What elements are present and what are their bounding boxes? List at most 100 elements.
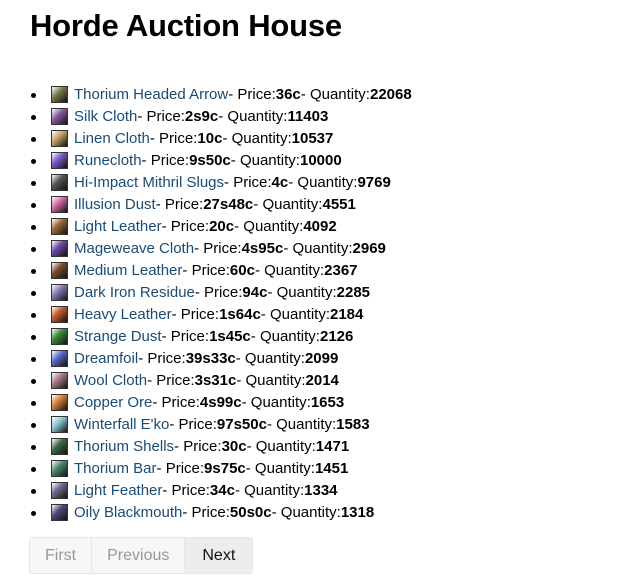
slugs-icon[interactable] <box>51 174 68 191</box>
list-item: Dreamfoil- Price:39s33c- Quantity:2099 <box>0 348 412 370</box>
item-link[interactable]: Medium Leather <box>74 262 182 279</box>
bar-icon[interactable] <box>51 460 68 477</box>
list-item: Oily Blackmouth- Price:50s0c- Quantity:1… <box>0 502 412 524</box>
price-value: 4s99c <box>199 394 242 411</box>
cloth-icon[interactable] <box>51 372 68 389</box>
feather-icon[interactable] <box>51 482 68 499</box>
item-link[interactable]: Oily Blackmouth <box>74 504 182 521</box>
eko-icon[interactable] <box>51 416 68 433</box>
price-value: 50s0c <box>229 504 272 521</box>
quantity-value: 2014 <box>305 372 339 389</box>
quantity-label: Quantity: <box>227 130 292 147</box>
shells-icon[interactable] <box>51 438 68 455</box>
price-label: - Price: <box>171 306 220 323</box>
page-title: Horde Auction House <box>30 8 342 43</box>
dust-icon[interactable] <box>51 328 68 345</box>
ore-icon[interactable] <box>51 394 68 411</box>
item-link[interactable]: Linen Cloth <box>74 130 150 147</box>
list-item: Thorium Shells- Price:30c- Quantity:1471 <box>0 436 412 458</box>
item-link[interactable]: Thorium Bar <box>74 460 157 477</box>
item-link[interactable]: Light Feather <box>74 482 162 499</box>
price-value: 34c <box>209 482 235 499</box>
quantity-value: 1334 <box>304 482 338 499</box>
arrow-icon[interactable] <box>51 86 68 103</box>
quantity-label: Quantity: <box>223 108 288 125</box>
price-value: 27s48c <box>203 196 254 213</box>
list-item: Thorium Headed Arrow- Price:36c- Quantit… <box>0 84 412 106</box>
residue-icon[interactable] <box>51 284 68 301</box>
price-value: 1s45c <box>209 328 251 345</box>
quantity-label: Quantity: <box>271 416 337 433</box>
price-value: 4c <box>271 174 289 191</box>
price-label: - Price: <box>182 262 230 279</box>
price-value: 30c <box>221 438 247 455</box>
item-link[interactable]: Dark Iron Residue <box>74 284 195 301</box>
item-link[interactable]: Heavy Leather <box>74 306 172 323</box>
list-item: Linen Cloth- Price:10c- Quantity:10537 <box>0 128 412 150</box>
leather-icon[interactable] <box>51 218 68 235</box>
item-link[interactable]: Illusion Dust <box>74 196 156 213</box>
quantity-value: 9769 <box>357 174 391 191</box>
quantity-value: 10537 <box>291 130 334 147</box>
quantity-label: Quantity: <box>246 394 311 411</box>
list-item: Light Feather- Price:34c- Quantity:1334 <box>0 480 412 502</box>
previous-page-button[interactable]: Previous <box>92 538 186 573</box>
quantity-label: Quantity: <box>241 372 306 389</box>
price-label: - Price: <box>161 328 210 345</box>
price-value: 97s50c <box>216 416 267 433</box>
price-label: - Price: <box>137 108 185 125</box>
item-link[interactable]: Silk Cloth <box>74 108 137 125</box>
item-link[interactable]: Copper Ore <box>74 394 152 411</box>
price-label: - Price: <box>162 482 210 499</box>
price-value: 4s95c <box>241 240 284 257</box>
cloth-icon[interactable] <box>51 130 68 147</box>
item-link[interactable]: Dreamfoil <box>74 350 138 367</box>
quantity-label: Quantity: <box>305 86 370 103</box>
quantity-value: 2184 <box>330 306 364 323</box>
item-link[interactable]: Runecloth <box>74 152 142 169</box>
list-item: Runecloth- Price:9s50c- Quantity:10000 <box>0 150 412 172</box>
item-link[interactable]: Mageweave Cloth <box>74 240 194 257</box>
fish-icon[interactable] <box>51 504 68 521</box>
next-page-button[interactable]: Next <box>185 538 253 573</box>
item-link[interactable]: Hi-Impact Mithril Slugs <box>74 174 224 191</box>
item-link[interactable]: Strange Dust <box>74 328 162 345</box>
item-link[interactable]: Thorium Headed Arrow <box>74 86 228 103</box>
price-label: - Price: <box>156 460 205 477</box>
item-link[interactable]: Wool Cloth <box>74 372 147 389</box>
dust-icon[interactable] <box>51 196 68 213</box>
list-item: Illusion Dust- Price:27s48c- Quantity:45… <box>0 194 412 216</box>
quantity-label: Quantity: <box>251 438 316 455</box>
leather-icon[interactable] <box>51 262 68 279</box>
price-label: - Price: <box>138 350 186 367</box>
quantity-label: Quantity: <box>239 218 304 235</box>
item-link[interactable]: Winterfall E'ko <box>74 416 169 433</box>
quantity-value: 2969 <box>352 240 386 257</box>
quantity-value: 1471 <box>315 438 350 455</box>
quantity-label: Quantity: <box>259 262 325 279</box>
price-value: 9s75c <box>204 460 246 477</box>
price-value: 36c <box>275 86 301 103</box>
price-value: 2s9c <box>184 108 219 125</box>
price-label: - Price: <box>228 86 276 103</box>
quantity-value: 2367 <box>324 262 358 279</box>
cloth-icon[interactable] <box>51 152 68 169</box>
list-item: Mageweave Cloth- Price:4s95c- Quantity:2… <box>0 238 412 260</box>
list-item: Heavy Leather- Price:1s64c- Quantity:218… <box>0 304 412 326</box>
quantity-label: Quantity: <box>276 504 341 521</box>
quantity-label: Quantity: <box>293 174 358 191</box>
list-item: Strange Dust- Price:1s45c- Quantity:2126 <box>0 326 412 348</box>
herb-icon[interactable] <box>51 350 68 367</box>
first-page-button[interactable]: First <box>30 538 93 573</box>
cloth-icon[interactable] <box>51 240 68 257</box>
list-item: Winterfall E'ko- Price:97s50c- Quantity:… <box>0 414 412 436</box>
item-link[interactable]: Light Leather <box>74 218 162 235</box>
leather-icon[interactable] <box>51 306 68 323</box>
cloth-icon[interactable] <box>51 108 68 125</box>
quantity-label: Quantity: <box>255 328 320 345</box>
pagination: First Previous Next <box>29 537 254 574</box>
item-link[interactable]: Thorium Shells <box>74 438 174 455</box>
quantity-value: 4551 <box>322 196 356 213</box>
list-item: Copper Ore- Price:4s99c- Quantity:1653 <box>0 392 412 414</box>
price-value: 94c <box>242 284 268 301</box>
